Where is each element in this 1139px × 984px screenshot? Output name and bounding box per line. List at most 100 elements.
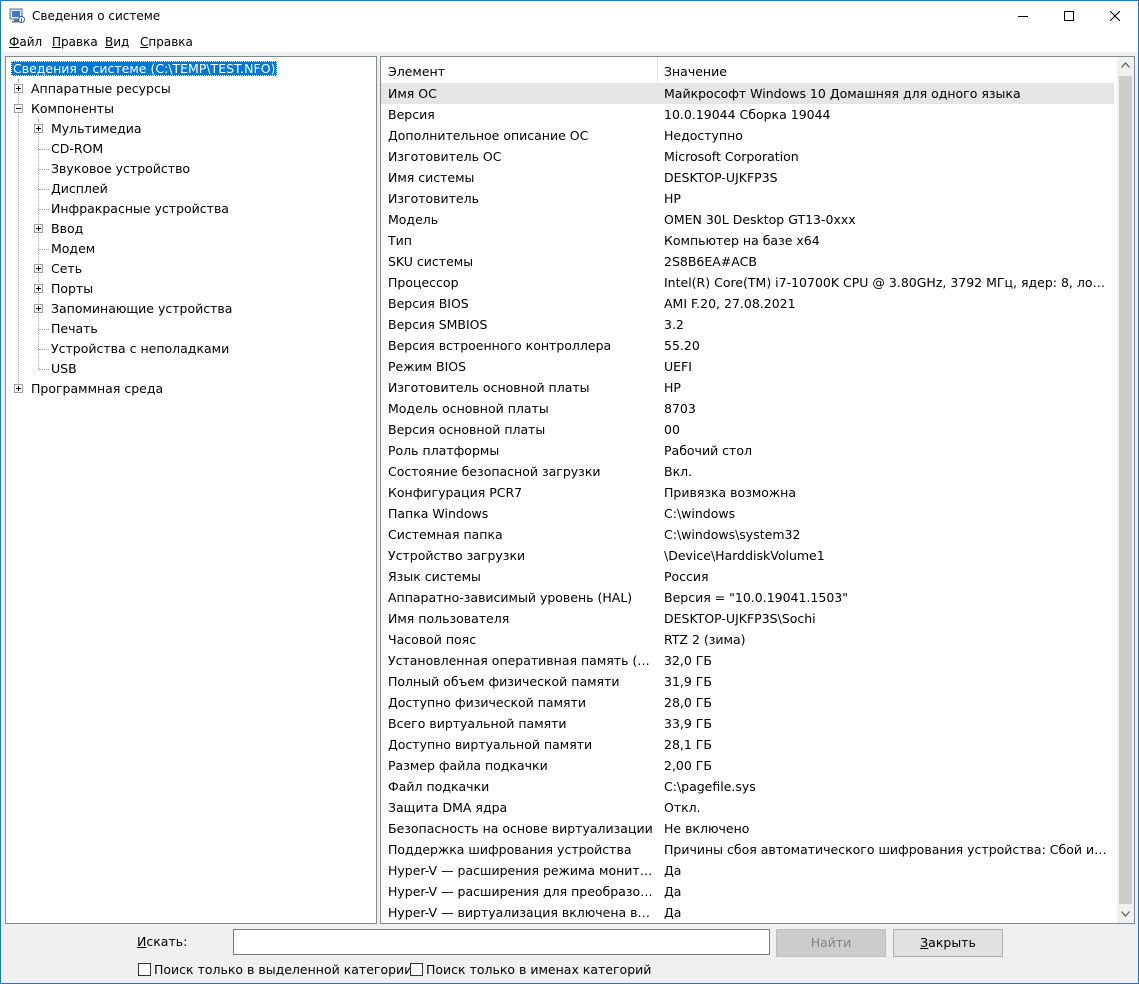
row-element-cell: Версия — [388, 107, 435, 122]
minimize-button[interactable] — [1000, 1, 1046, 31]
table-row[interactable]: Версия BIOS AMI F.20, 27.08.2021 — [381, 293, 1114, 314]
scroll-up-button[interactable] — [1117, 57, 1134, 74]
table-row[interactable]: Версия 10.0.19044 Сборка 19044 — [381, 104, 1114, 125]
table-row[interactable]: Изготовитель ОС Microsoft Corporation — [381, 146, 1114, 167]
table-row[interactable]: Всего виртуальной памяти 33,9 ГБ — [381, 713, 1114, 734]
table-row[interactable]: Доступно физической памяти 28,0 ГБ — [381, 692, 1114, 713]
table-row[interactable]: Доступно виртуальной памяти 28,1 ГБ — [381, 734, 1114, 755]
scroll-thumb[interactable] — [1119, 76, 1132, 904]
table-row[interactable]: Размер файла подкачки 2,00 ГБ — [381, 755, 1114, 776]
table-row[interactable]: Тип Компьютер на базе x64 — [381, 230, 1114, 251]
menu-edit[interactable]: Правка — [52, 35, 98, 49]
search-selected-category-checkbox[interactable] — [138, 963, 151, 976]
collapse-minus-icon[interactable] — [14, 104, 23, 113]
maximize-button[interactable] — [1046, 1, 1092, 31]
expand-plus-icon[interactable] — [14, 384, 23, 393]
close-button[interactable]: Закрыть — [893, 929, 1003, 957]
row-value-cell: Недоступно — [664, 128, 743, 143]
table-row[interactable]: Полный объем физической памяти 31,9 ГБ — [381, 671, 1114, 692]
table-row[interactable]: Установленная оперативная память (RAM) 32… — [381, 650, 1114, 671]
row-element-cell: Процессор — [388, 275, 459, 290]
tree-item-root[interactable]: Сведения о системе (C:\TEMP\TEST.NFO) — [11, 59, 278, 79]
table-row[interactable]: Изготовитель основной платы HP — [381, 377, 1114, 398]
row-element-cell: Системная папка — [388, 527, 503, 542]
row-element-cell: Состояние безопасной загрузки — [388, 464, 601, 479]
table-row[interactable]: Системная папка C:\windows\system32 — [381, 524, 1114, 545]
table-row[interactable]: Папка Windows C:\windows — [381, 503, 1114, 524]
column-divider[interactable] — [657, 57, 658, 83]
row-element-cell: Модель основной платы — [388, 401, 549, 416]
table-row[interactable]: Безопасность на основе виртуализации Не в… — [381, 818, 1114, 839]
tree-item-component-label: Дисплей — [51, 181, 108, 196]
details-list[interactable]: Элемент Значение Имя ОС Майкрософт Window… — [380, 56, 1135, 924]
expand-plus-icon[interactable] — [14, 84, 23, 93]
scroll-up-arrow-icon — [1121, 62, 1130, 68]
table-row[interactable]: Имя ОС Майкрософт Windows 10 Домашняя для… — [381, 83, 1114, 104]
table-row[interactable]: Поддержка шифрования устройства Причины с… — [381, 839, 1114, 860]
menu-edit-label: равка — [61, 35, 98, 49]
table-row[interactable]: Конфигурация PCR7 Привязка возможна — [381, 482, 1114, 503]
table-row[interactable]: Состояние безопасной загрузки Вкл. — [381, 461, 1114, 482]
tree-connector — [39, 369, 49, 370]
table-row[interactable]: Hyper-V — расширения режима монитори... Д… — [381, 860, 1114, 881]
table-row[interactable]: Изготовитель HP — [381, 188, 1114, 209]
category-tree[interactable]: Сведения о системе (C:\TEMP\TEST.NFO) Ап… — [5, 56, 377, 924]
expand-plus-icon[interactable] — [34, 284, 43, 293]
expand-plus-icon[interactable] — [34, 264, 43, 273]
row-element-cell: Изготовитель основной платы — [388, 380, 590, 395]
row-element-cell: Аппаратно-зависимый уровень (HAL) — [388, 590, 633, 605]
table-row[interactable]: Версия основной платы 00 — [381, 419, 1114, 440]
menu-help[interactable]: Справка — [140, 35, 193, 49]
table-row[interactable]: SKU системы 2S8B6EA#ACB — [381, 251, 1114, 272]
tree-connector — [39, 329, 49, 330]
row-element-cell: Размер файла подкачки — [388, 758, 548, 773]
table-row[interactable]: Язык системы Россия — [381, 566, 1114, 587]
table-row[interactable]: Имя пользователя DESKTOP-UJKFP3S\Sochi — [381, 608, 1114, 629]
table-row[interactable]: Устройство загрузки \Device\HarddiskVolum… — [381, 545, 1114, 566]
tree-connector — [39, 209, 49, 210]
table-row[interactable]: Версия встроенного контроллера 55.20 — [381, 335, 1114, 356]
search-input[interactable] — [233, 929, 770, 955]
row-element-cell: Hyper-V — расширения режима монитори... — [388, 863, 653, 878]
table-row[interactable]: Процессор Intel(R) Core(TM) i7-10700K CPU… — [381, 272, 1114, 293]
find-button[interactable]: Найти — [776, 929, 886, 957]
menu-file[interactable]: Файл — [9, 35, 42, 49]
table-row[interactable]: Версия SMBIOS 3.2 — [381, 314, 1114, 335]
column-header-element[interactable]: Элемент — [388, 64, 445, 79]
row-value-cell: HP — [664, 380, 681, 395]
table-row[interactable]: Hyper-V — виртуализация включена во вс..… — [381, 902, 1114, 923]
title-bar[interactable]: Сведения о системе — [1, 1, 1138, 31]
scroll-down-button[interactable] — [1117, 906, 1134, 923]
table-row[interactable]: Файл подкачки C:\pagefile.sys — [381, 776, 1114, 797]
vertical-scrollbar[interactable] — [1117, 57, 1134, 923]
table-row[interactable]: Часовой пояс RTZ 2 (зима) — [381, 629, 1114, 650]
table-row[interactable]: Hyper-V — расширения для преобразова... Д… — [381, 881, 1114, 902]
row-element-cell: Часовой пояс — [388, 632, 477, 647]
row-element-cell: Hyper-V — виртуализация включена во вс..… — [388, 905, 653, 920]
table-row[interactable]: Роль платформы Рабочий стол — [381, 440, 1114, 461]
menu-view[interactable]: Вид — [105, 35, 129, 49]
row-element-cell: Язык системы — [388, 569, 481, 584]
scroll-down-arrow-icon — [1121, 911, 1130, 917]
table-row[interactable]: Модель основной платы 8703 — [381, 398, 1114, 419]
tree-item-component-label: Сеть — [51, 261, 83, 276]
close-window-button[interactable] — [1092, 1, 1138, 31]
tree-item-component-label: Порты — [51, 281, 94, 296]
row-value-cell: Да — [664, 863, 682, 878]
table-row[interactable]: Дополнительное описание ОС Недоступно — [381, 125, 1114, 146]
table-row[interactable]: Модель OMEN 30L Desktop GT13-0xxx — [381, 209, 1114, 230]
table-row[interactable]: Аппаратно-зависимый уровень (HAL) Версия … — [381, 587, 1114, 608]
row-element-cell: Безопасность на основе виртуализации — [388, 821, 653, 836]
table-row[interactable]: Режим BIOS UEFI — [381, 356, 1114, 377]
row-element-cell: Имя пользователя — [388, 611, 510, 626]
row-element-cell: Папка Windows — [388, 506, 489, 521]
expand-plus-icon[interactable] — [34, 224, 43, 233]
table-row[interactable]: Защита DMA ядра Откл. — [381, 797, 1114, 818]
tree-item-component-label: Мультимедиа — [51, 121, 142, 136]
search-category-names-checkbox[interactable] — [410, 963, 423, 976]
expand-plus-icon[interactable] — [34, 124, 43, 133]
column-header-value[interactable]: Значение — [664, 64, 727, 79]
expand-plus-icon[interactable] — [34, 304, 43, 313]
table-row[interactable]: Имя системы DESKTOP-UJKFP3S — [381, 167, 1114, 188]
row-value-cell: Не включено — [664, 821, 750, 836]
